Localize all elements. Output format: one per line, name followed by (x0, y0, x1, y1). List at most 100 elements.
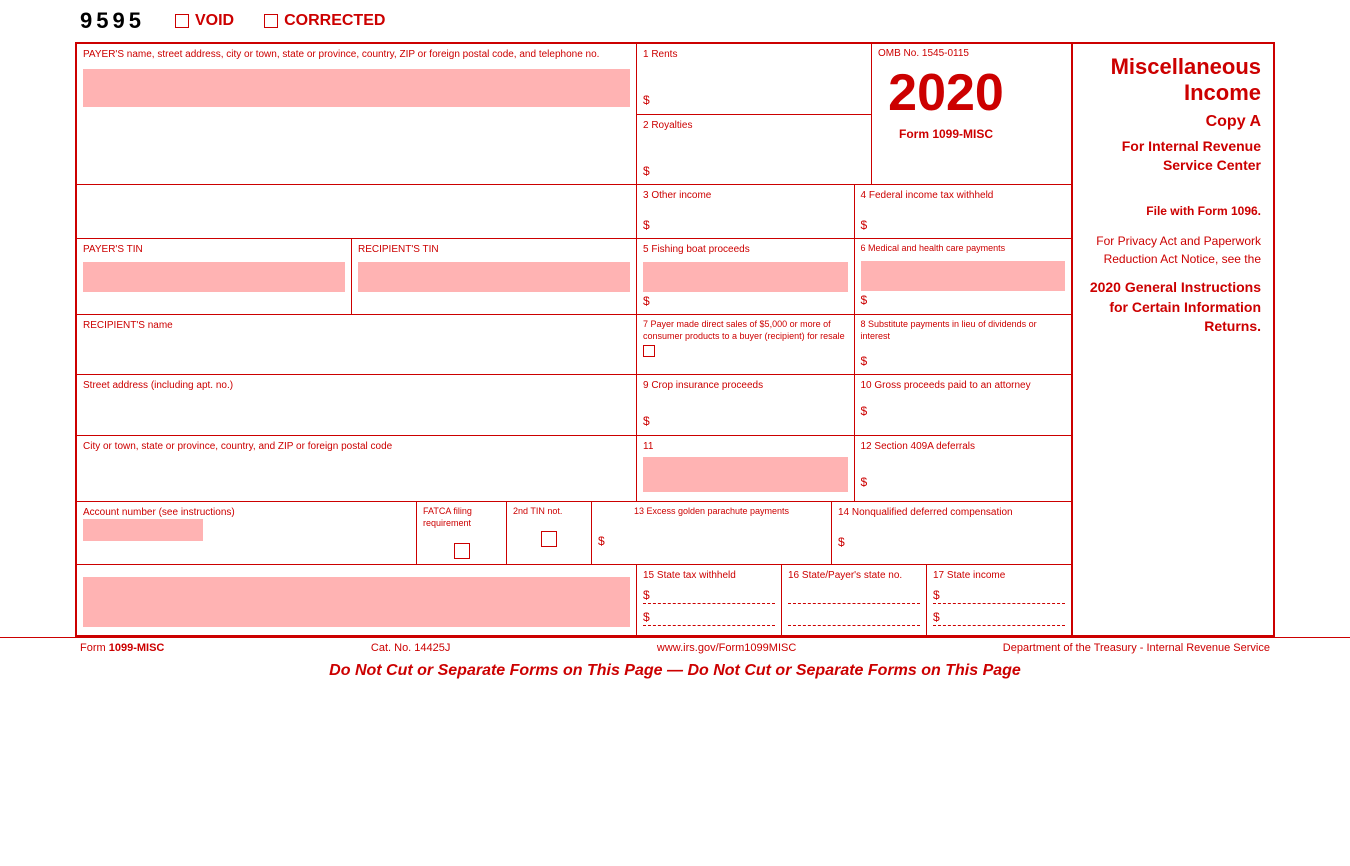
box17-label: 17 State income (933, 569, 1065, 582)
box11-input[interactable] (643, 457, 848, 492)
corrected-label: CORRECTED (284, 12, 385, 30)
box9-label: 9 Crop insurance proceeds (643, 379, 848, 392)
top-bar: 9595 VOID CORRECTED (0, 0, 1350, 42)
box1-label: 1 Rents (643, 48, 865, 61)
box12-cell: 12 Section 409A deferrals $ (855, 436, 1072, 501)
box15-label: 15 State tax withheld (643, 569, 775, 582)
box10-cell: 10 Gross proceeds paid to an attorney $ (855, 375, 1072, 435)
box3-dollar: $ (643, 218, 650, 232)
street-cell: Street address (including apt. no.) (77, 375, 637, 435)
box14-cell: 14 Nonqualified deferred compensation $ (832, 502, 1071, 563)
recipient-tin-label: RECIPIENT'S TIN (358, 243, 630, 256)
row-payer-name: PAYER'S name, street address, city or to… (77, 44, 1071, 185)
box14-label: 14 Nonqualified deferred compensation (838, 506, 1065, 519)
tin-not-checkbox[interactable] (541, 531, 557, 547)
spacer-left (77, 185, 637, 238)
row-other-income: 3 Other income $ 4 Federal income tax wi… (77, 185, 1071, 239)
box17-line1: $ (933, 586, 1065, 604)
box8-label: 8 Substitute payments in lieu of dividen… (861, 319, 1066, 342)
box5-label: 5 Fishing boat proceeds (643, 243, 848, 256)
sidebar-copy: Copy A (1085, 113, 1261, 131)
row-recipient-name: RECIPIENT'S name 7 Payer made direct sal… (77, 315, 1071, 375)
box5-input[interactable] (643, 262, 848, 292)
page: 9595 VOID CORRECTED PAYER'S name, street… (0, 0, 1350, 866)
form-sidebar: Miscellaneous Income Copy A For Internal… (1073, 44, 1273, 635)
form-name-small: Form 1099-MISC (878, 127, 1014, 141)
corrected-section: CORRECTED (264, 12, 385, 30)
box10-label: 10 Gross proceeds paid to an attorney (861, 379, 1066, 392)
payer-tin-label: PAYER'S TIN (83, 243, 345, 256)
fatca-cell: FATCA filing requirement (417, 502, 507, 563)
box6-label: 6 Medical and health care payments (861, 243, 1066, 255)
payer-name-label: PAYER'S name, street address, city or to… (83, 48, 630, 61)
footer-cat: Cat. No. 14425J (371, 642, 451, 654)
do-not-cut: Do Not Cut or Separate Forms on This Pag… (0, 658, 1350, 684)
box5-dollar: $ (643, 294, 650, 308)
sidebar-title: Miscellaneous Income (1085, 54, 1261, 107)
file-bold: File with Form 1096. (1146, 204, 1261, 218)
box3-label: 3 Other income (643, 189, 848, 202)
payer-name-input[interactable] (83, 69, 630, 107)
street-label: Street address (including apt. no.) (83, 379, 630, 392)
box17-dollar1: $ (933, 588, 940, 602)
footer-form-name: 1099-MISC (109, 642, 165, 654)
box6-input[interactable] (861, 261, 1066, 291)
account-input[interactable] (83, 519, 203, 541)
year-light: 20 (888, 64, 946, 122)
city-cell: City or town, state or province, country… (77, 436, 637, 501)
city-label: City or town, state or province, country… (83, 440, 630, 453)
box15-line2: $ (643, 608, 775, 626)
box4-label: 4 Federal income tax withheld (861, 189, 1066, 202)
box6-dollar: $ (861, 293, 868, 307)
box13-dollar: $ (598, 534, 605, 548)
box17-dollar2: $ (933, 610, 940, 624)
state-left-input[interactable] (83, 577, 630, 627)
box15-dollar2: $ (643, 610, 650, 624)
tin-not-cell: 2nd TIN not. (507, 502, 592, 563)
box8-dollar: $ (861, 354, 868, 368)
state-left-cell (77, 565, 637, 635)
box6-cell: 6 Medical and health care payments $ (855, 239, 1072, 314)
sidebar-file: File with Form 1096. (1085, 202, 1261, 220)
box5-cell: 5 Fishing boat proceeds $ (637, 239, 855, 314)
year-bold: 20 (946, 64, 1004, 122)
fatca-checkbox[interactable] (454, 543, 470, 559)
box4-dollar: $ (861, 218, 868, 232)
box16-label: 16 State/Payer's state no. (788, 569, 920, 582)
box7-cell: 7 Payer made direct sales of $5,000 or m… (637, 315, 855, 374)
box15-dollar1: $ (643, 588, 650, 602)
box17-line2: $ (933, 608, 1065, 626)
box16-line2 (788, 608, 920, 626)
row-account: Account number (see instructions) FATCA … (77, 502, 1071, 564)
row-street: Street address (including apt. no.) 9 Cr… (77, 375, 1071, 436)
omb-number: OMB No. 1545-0115 (878, 48, 1014, 59)
footer-form-label: Form (80, 642, 109, 654)
recipient-name-cell: RECIPIENT'S name (77, 315, 637, 374)
form-number: 9595 (80, 8, 145, 34)
payer-name-cell: PAYER'S name, street address, city or to… (77, 44, 637, 184)
box8-cell: 8 Substitute payments in lieu of dividen… (855, 315, 1072, 374)
box1-dollar: $ (643, 93, 650, 107)
payer-tin-input[interactable] (83, 262, 345, 292)
corrected-checkbox[interactable] (264, 14, 278, 28)
footer-dept: Department of the Treasury - Internal Re… (1003, 642, 1270, 654)
footer-website: www.irs.gov/Form1099MISC (657, 642, 796, 654)
recipient-tin-cell: RECIPIENT'S TIN (352, 239, 637, 314)
void-checkbox[interactable] (175, 14, 189, 28)
box11-label: 11 (643, 440, 848, 453)
row-city: City or town, state or province, country… (77, 436, 1071, 502)
box2-dollar: $ (643, 164, 650, 178)
void-label: VOID (195, 12, 234, 30)
form-container: PAYER'S name, street address, city or to… (75, 42, 1275, 637)
footer-form: Form 1099-MISC (80, 642, 164, 654)
box4-cell: 4 Federal income tax withheld $ (855, 185, 1072, 238)
box7-checkbox[interactable] (643, 345, 655, 357)
account-cell: Account number (see instructions) (77, 502, 417, 563)
box2-label: 2 Royalties (643, 119, 865, 132)
box15-line1: $ (643, 586, 775, 604)
box9-cell: 9 Crop insurance proceeds $ (637, 375, 855, 435)
void-section: VOID (175, 12, 234, 30)
box16-cell: 16 State/Payer's state no. (782, 565, 927, 635)
form-main: PAYER'S name, street address, city or to… (77, 44, 1073, 635)
recipient-tin-input[interactable] (358, 262, 630, 292)
